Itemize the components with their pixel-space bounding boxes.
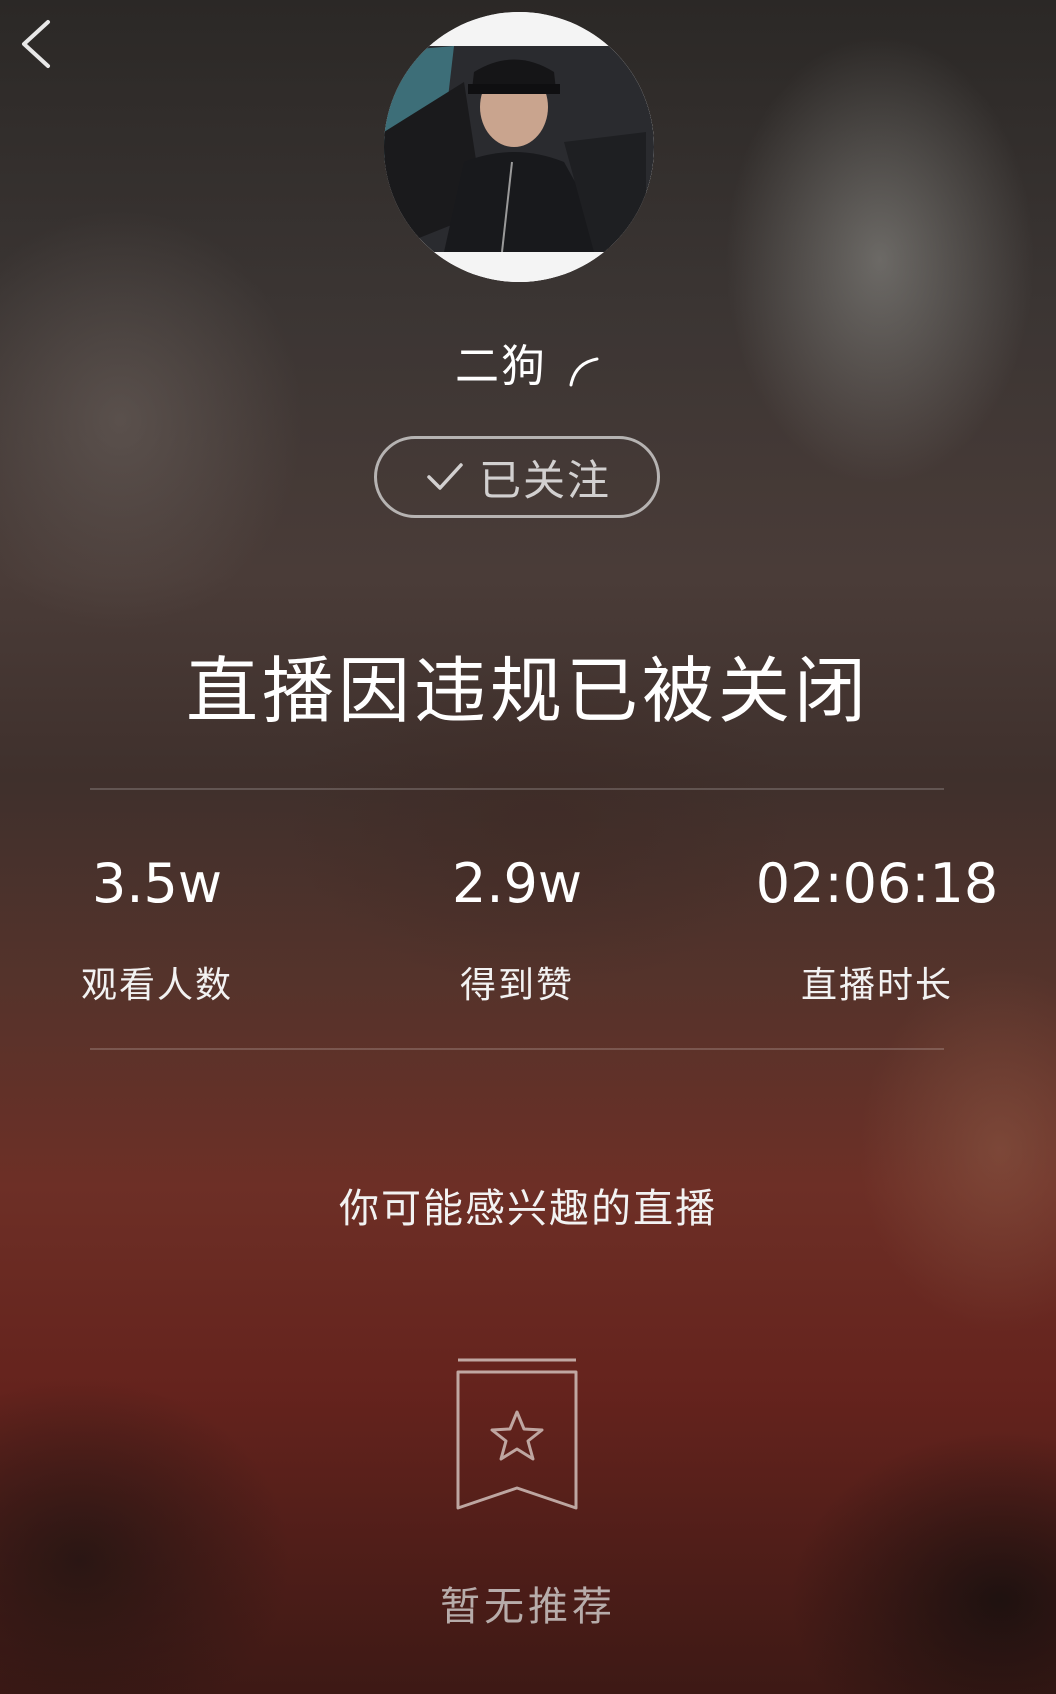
stat-duration-label: 直播时长 — [800, 965, 953, 1006]
stat-viewers-value: 3.5w — [91, 852, 223, 915]
live-closed-title: 直播因违规已被关闭 — [185, 649, 870, 733]
avatar[interactable] — [384, 12, 654, 282]
recommendations-title: 你可能感兴趣的直播 — [339, 1186, 717, 1232]
bookmark-star-icon — [456, 1358, 578, 1510]
stat-duration: 02:06:18 直播时长 — [727, 852, 1027, 1008]
user-name: 二狗 — [455, 341, 547, 392]
followed-button[interactable]: 已关注 — [374, 436, 660, 518]
divider-bottom — [90, 1048, 944, 1050]
stat-viewers: 3.5w 观看人数 — [7, 852, 307, 1008]
back-button[interactable] — [18, 18, 74, 74]
divider-top — [90, 788, 944, 790]
stat-likes: 2.9w 得到赞 — [367, 852, 667, 1008]
chevron-left-icon — [22, 20, 50, 68]
check-icon — [427, 463, 463, 490]
stat-duration-value: 02:06:18 — [755, 852, 999, 915]
gender-icon — [569, 357, 599, 387]
stat-likes-value: 2.9w — [451, 852, 583, 915]
avatar-photo — [384, 12, 654, 282]
stat-viewers-label: 观看人数 — [80, 965, 233, 1006]
user-name-row: 二狗 — [0, 330, 1056, 394]
stat-likes-label: 得到赞 — [459, 965, 574, 1006]
no-recommendations-text: 暂无推荐 — [440, 1584, 616, 1630]
followed-label: 已关注 — [478, 455, 611, 505]
